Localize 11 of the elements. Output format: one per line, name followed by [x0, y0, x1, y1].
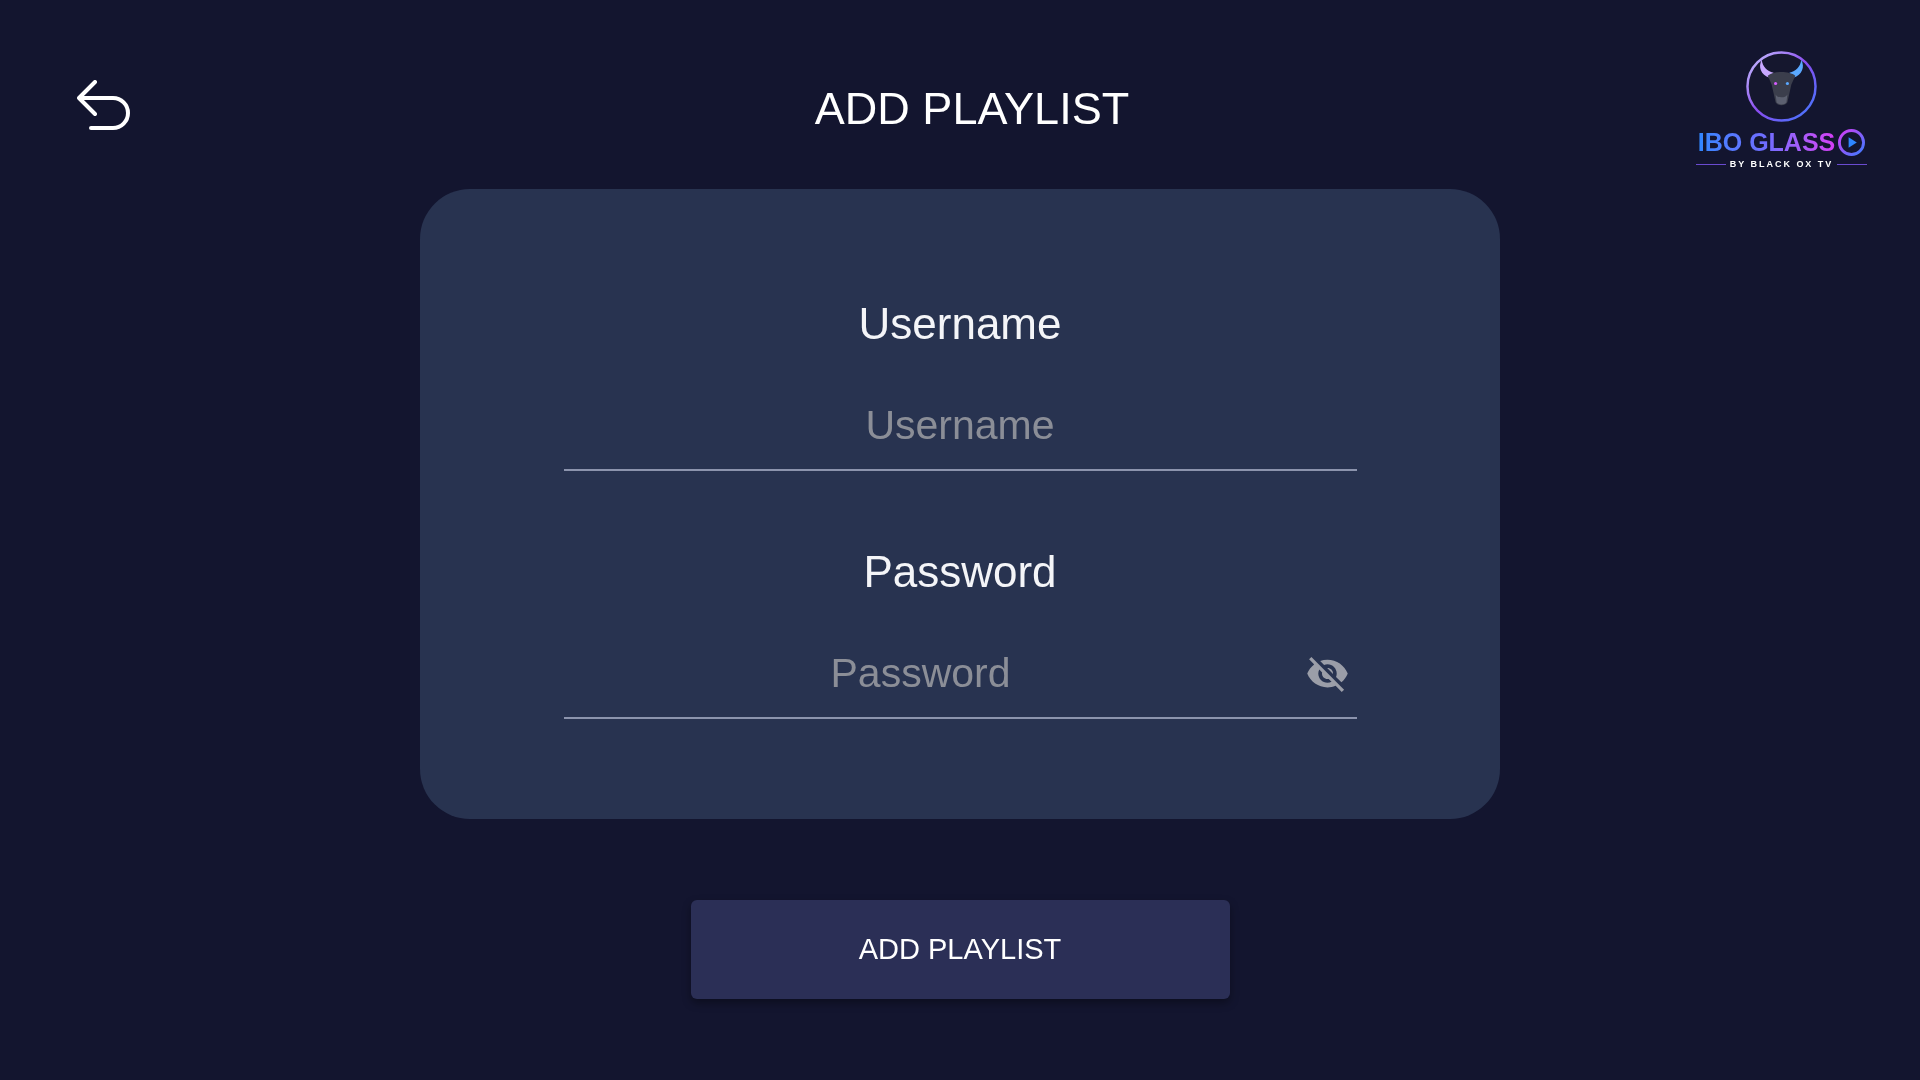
add-playlist-button[interactable]: ADD PLAYLIST [690, 900, 1230, 999]
password-field[interactable]: Password [563, 643, 1357, 719]
back-arrow-icon[interactable] [77, 80, 131, 130]
input-field[interactable]: Username [563, 395, 1357, 471]
field-label: Username [858, 298, 1062, 350]
field-label: Password [863, 546, 1057, 598]
page-title: ADD PLAYLIST [814, 82, 1130, 136]
logo-tagline: BY BLACK OX TV [1729, 158, 1834, 170]
play-circle-icon [1838, 128, 1866, 156]
eye-off-icon[interactable] [1306, 657, 1348, 692]
bull-head-emblem-icon [1746, 51, 1817, 122]
